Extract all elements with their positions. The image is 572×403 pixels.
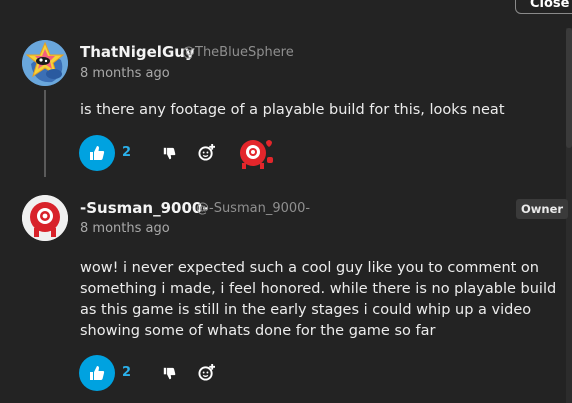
add-emoji-icon (197, 363, 215, 381)
thumbs-up-icon (90, 146, 105, 160)
username[interactable]: -Susman_9000- (80, 199, 209, 217)
dislike-button[interactable] (158, 142, 180, 164)
red-eye-avatar-icon (22, 195, 68, 241)
reaction-badge[interactable] (236, 136, 276, 170)
red-eye-heart-reaction-icon (240, 140, 273, 169)
thumbs-down-icon (163, 367, 175, 379)
avatar[interactable] (22, 195, 68, 241)
username[interactable]: ThatNigelGuy (80, 43, 195, 61)
star-character-avatar-icon (22, 40, 68, 86)
user-handle[interactable]: @-Susman_9000- (196, 201, 310, 216)
timestamp: 8 months ago (80, 66, 170, 81)
thumbs-down-icon (163, 147, 175, 159)
comment: -Susman_9000- @-Susman_9000- Owner 8 mon… (0, 180, 569, 403)
scrollbar-thumb[interactable] (566, 28, 572, 148)
add-reaction-button[interactable] (195, 141, 217, 163)
like-button[interactable] (79, 135, 115, 171)
like-button[interactable] (79, 355, 115, 391)
timestamp: 8 months ago (80, 221, 170, 236)
user-handle[interactable]: @TheBlueSphere (182, 45, 294, 60)
owner-badge: Owner (516, 199, 569, 219)
comment: ThatNigelGuy @TheBlueSphere 8 months ago… (0, 0, 566, 180)
add-emoji-icon (197, 143, 215, 161)
comment-text: wow! i never expected such a cool guy li… (80, 260, 557, 339)
comment-text: is there any footage of a playable build… (80, 102, 505, 118)
add-reaction-button[interactable] (195, 361, 217, 383)
dislike-button[interactable] (158, 362, 180, 384)
like-count: 2 (122, 365, 132, 380)
thumbs-up-icon (90, 366, 105, 380)
like-count: 2 (122, 145, 132, 160)
avatar[interactable] (22, 40, 68, 86)
